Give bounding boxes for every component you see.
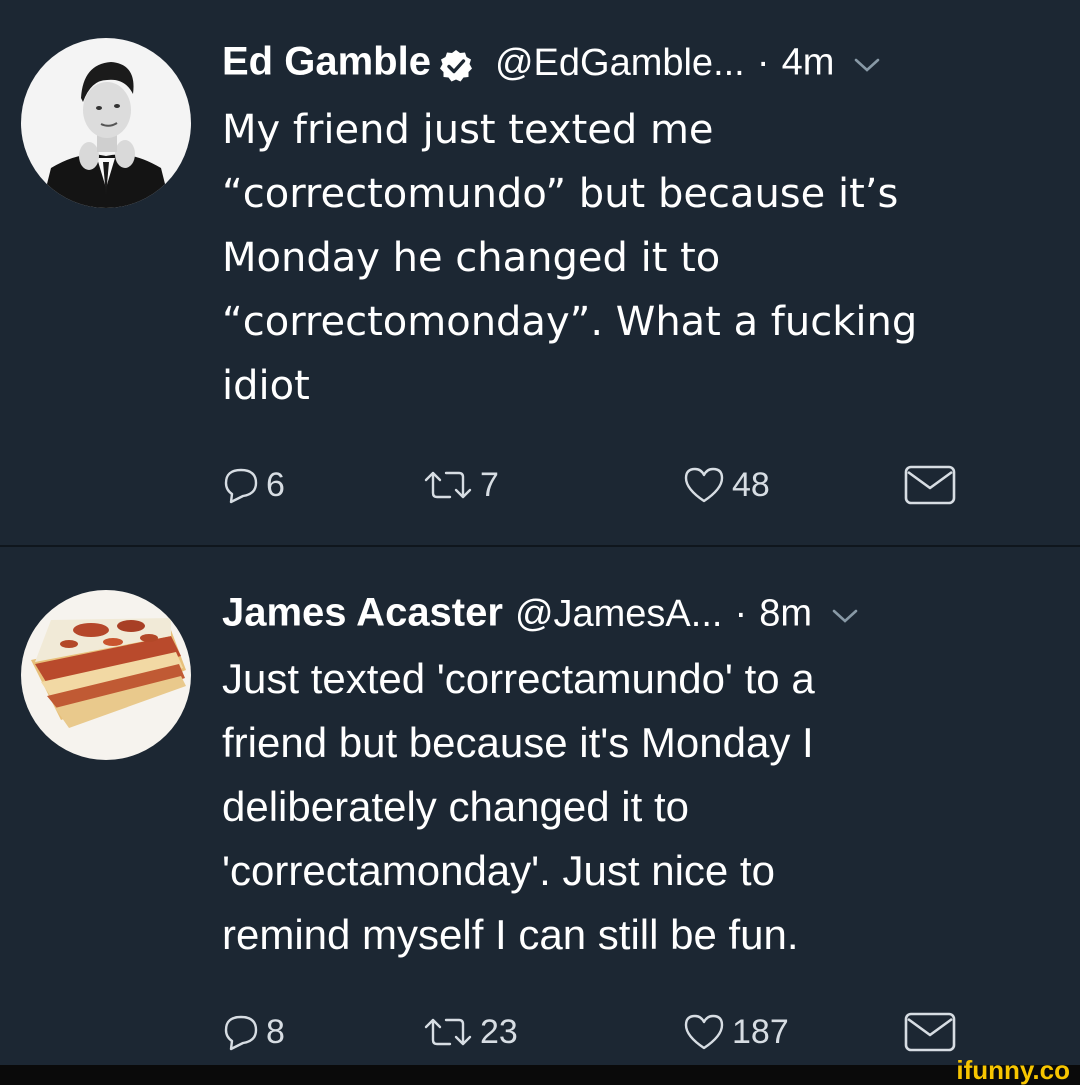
reply-count: 8 bbox=[266, 1012, 285, 1051]
reply-icon bbox=[222, 466, 260, 504]
like-button[interactable]: 48 bbox=[682, 455, 770, 515]
chevron-down-icon[interactable] bbox=[832, 585, 858, 637]
heart-icon bbox=[682, 465, 726, 505]
separator-dot: · bbox=[756, 41, 770, 84]
tweet-text: Just texted 'correctamundo' to a friend … bbox=[222, 655, 815, 958]
reply-count: 6 bbox=[266, 465, 285, 504]
display-name[interactable]: Ed Gamble bbox=[222, 40, 431, 84]
tweet-header: James Acaster @JamesA... · 8m bbox=[222, 585, 858, 645]
tweet-header: Ed Gamble @EdGamble... · 4m bbox=[222, 34, 880, 94]
envelope-icon bbox=[902, 463, 958, 507]
direct-message-button[interactable] bbox=[902, 1002, 958, 1062]
avatar[interactable] bbox=[21, 38, 191, 208]
timestamp[interactable]: 8m bbox=[759, 593, 812, 635]
like-button[interactable]: 187 bbox=[682, 1002, 789, 1062]
tweet-text: My friend just texted me “correctomundo”… bbox=[222, 107, 918, 409]
verified-badge-icon bbox=[439, 44, 473, 82]
chevron-down-icon[interactable] bbox=[854, 34, 880, 86]
retweet-count: 23 bbox=[480, 1012, 518, 1051]
retweet-icon bbox=[422, 466, 474, 504]
tweet-actions: 6 7 48 bbox=[222, 455, 982, 515]
retweet-button[interactable]: 23 bbox=[422, 1002, 518, 1062]
retweet-button[interactable]: 7 bbox=[422, 455, 499, 515]
reply-button[interactable]: 6 bbox=[222, 455, 285, 515]
display-name[interactable]: James Acaster bbox=[222, 591, 503, 635]
retweet-count: 7 bbox=[480, 465, 499, 504]
tweet[interactable]: Ed Gamble @EdGamble... · 4m My friend ju… bbox=[0, 0, 1080, 545]
direct-message-button[interactable] bbox=[902, 455, 958, 515]
reply-button[interactable]: 8 bbox=[222, 1002, 285, 1062]
handle[interactable]: @EdGamble... bbox=[495, 42, 745, 84]
retweet-icon bbox=[422, 1013, 474, 1051]
timestamp[interactable]: 4m bbox=[782, 42, 835, 84]
like-count: 48 bbox=[732, 465, 770, 504]
envelope-icon bbox=[902, 1010, 958, 1054]
tweet[interactable]: James Acaster @JamesA... · 8m Just texted… bbox=[0, 547, 1080, 1065]
reply-icon bbox=[222, 1013, 260, 1051]
like-count: 187 bbox=[732, 1012, 789, 1051]
avatar[interactable] bbox=[21, 590, 191, 760]
separator-dot: · bbox=[734, 592, 748, 635]
watermark-logo: ifunny.co bbox=[956, 1055, 1070, 1085]
watermark-bar bbox=[0, 1065, 1080, 1085]
heart-icon bbox=[682, 1012, 726, 1052]
tweet-actions: 8 23 187 bbox=[222, 1002, 982, 1062]
handle[interactable]: @JamesA... bbox=[515, 593, 723, 635]
